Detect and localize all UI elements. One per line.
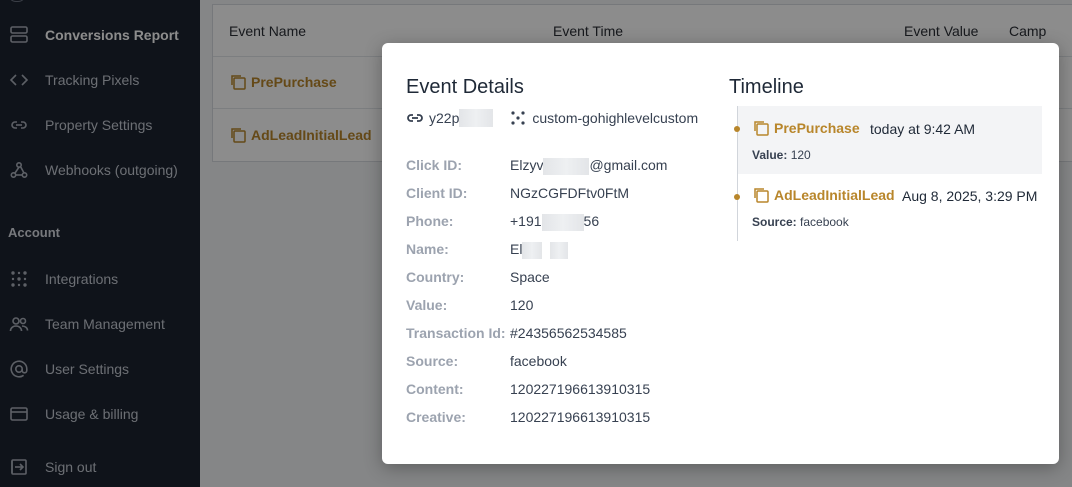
copy-icon <box>752 186 770 204</box>
timeline-event-name: PrePurchase <box>774 120 860 136</box>
timeline-dot <box>734 126 740 132</box>
value-label: Value: <box>406 297 448 313</box>
click-id-label: Click ID: <box>406 157 463 173</box>
phone-label: Phone: <box>406 213 454 229</box>
content-value: 120227196613910315 <box>510 381 651 397</box>
timeline-event-detail: Source: facebook <box>752 215 849 229</box>
content-label: Content: <box>406 381 464 397</box>
client-id-value: NGzCGFDFtv0FtM <box>510 185 629 201</box>
copy-icon <box>752 119 770 137</box>
timeline-event-detail: Value: 120 <box>752 148 811 162</box>
event-details-title: Event Details <box>406 76 524 98</box>
name-label: Name: <box>406 241 449 257</box>
timeline-dot <box>734 194 740 200</box>
creative-value: 120227196613910315 <box>510 409 651 425</box>
timeline-event-link[interactable]: PrePurchase <box>752 119 860 137</box>
event-details-modal: Event Details y22p custom-gohighlevelcus… <box>382 43 1059 464</box>
redacted-block <box>541 213 584 231</box>
link-icon <box>406 109 424 127</box>
pixel-id: y22p <box>429 110 460 126</box>
click-id-value: Elzyv @gmail.com <box>510 157 667 175</box>
property-name: custom-gohighlevelcustom <box>532 110 699 126</box>
phone-value-start: +191 <box>510 213 542 229</box>
phone-value-end: 56 <box>583 213 600 229</box>
phone-value: +191 56 <box>510 213 599 231</box>
redacted-block <box>459 109 494 127</box>
detail-label: Source: <box>752 215 797 229</box>
client-id-label: Client ID: <box>406 185 468 201</box>
timeline-event-time: today at 9:42 AM <box>870 121 976 137</box>
creative-label: Creative: <box>406 409 466 425</box>
timeline-item: AdLeadInitialLead Aug 8, 2025, 3:29 PM S… <box>734 176 1042 238</box>
detail-value: facebook <box>800 215 849 229</box>
timeline-title: Timeline <box>729 76 804 98</box>
source-value: facebook <box>510 353 567 369</box>
redacted-block <box>543 157 590 175</box>
click-id-value-end: @gmail.com <box>589 157 668 173</box>
event-meta-row: y22p custom-gohighlevelcustom <box>406 109 698 127</box>
transaction-id-label: Transaction Id: <box>406 325 506 341</box>
country-label: Country: <box>406 269 465 285</box>
name-value-start: El <box>510 241 523 257</box>
timeline-event-name: AdLeadInitialLead <box>774 187 895 203</box>
timeline-event-time: Aug 8, 2025, 3:29 PM <box>902 188 1038 204</box>
integrations-icon <box>509 109 527 127</box>
detail-value: 120 <box>790 148 811 162</box>
redacted-block <box>522 241 543 259</box>
click-id-value-start: Elzyv <box>510 157 544 173</box>
source-label: Source: <box>406 353 459 369</box>
detail-label: Value: <box>752 148 788 162</box>
value-value: 120 <box>510 297 534 313</box>
redacted-block <box>550 241 569 259</box>
name-value: El <box>510 241 569 259</box>
transaction-id-value: #24356562534585 <box>510 325 627 341</box>
timeline-event-link[interactable]: AdLeadInitialLead <box>752 186 895 204</box>
timeline-item: PrePurchase today at 9:42 AM Value: 120 <box>734 106 1042 174</box>
country-value: Space <box>510 269 550 285</box>
